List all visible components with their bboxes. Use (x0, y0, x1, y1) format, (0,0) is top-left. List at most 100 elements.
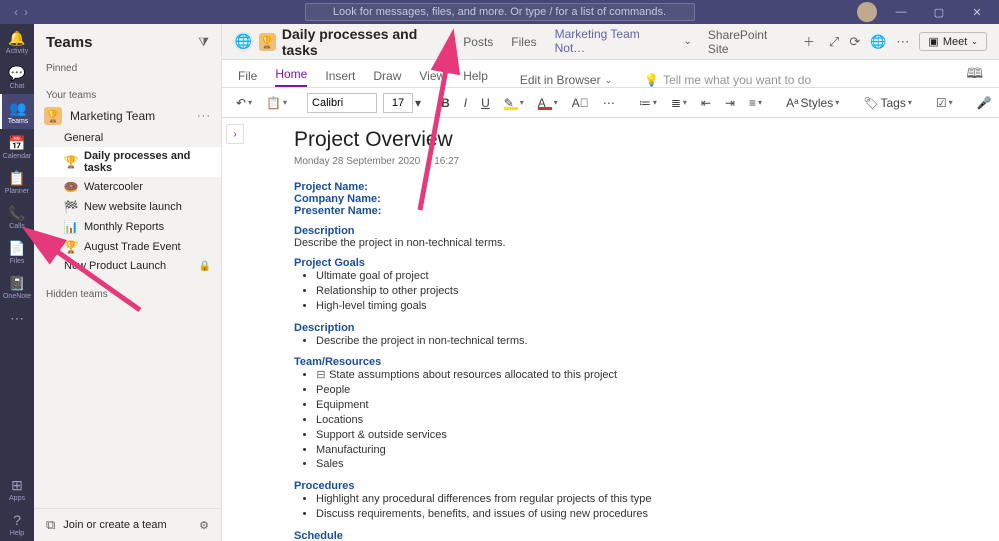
calendar-icon: 📅 (9, 135, 25, 151)
font-name-input[interactable] (307, 93, 377, 113)
tell-me-search[interactable]: 💡Tell me what you want to do (644, 73, 811, 87)
italic-button[interactable]: I (460, 94, 471, 112)
rail-apps[interactable]: ⊞Apps (0, 471, 34, 506)
team-more-icon[interactable]: ··· (197, 110, 211, 122)
ribbon-home[interactable]: Home (275, 67, 307, 87)
page-title: Project Overview (294, 128, 999, 152)
ribbon-view[interactable]: View (419, 69, 445, 87)
dictate-button[interactable]: 🎤 (973, 94, 996, 112)
globe-icon[interactable]: 🌐 (870, 34, 886, 50)
immersive-reader-icon[interactable]: 🕮 (966, 63, 983, 87)
tags-button[interactable]: 🏷 Tags▾ (859, 94, 916, 112)
bulb-icon: 💡 (644, 73, 659, 87)
list-item: Ultimate goal of project (316, 269, 999, 284)
channel-general[interactable]: General (34, 129, 221, 147)
rail-files[interactable]: 📄Files (0, 234, 34, 269)
rail-onenote[interactable]: 📓OneNote (0, 269, 34, 304)
channel-watercooler[interactable]: 🍩Watercooler (34, 177, 221, 197)
underline-button[interactable]: U (477, 94, 494, 112)
calls-icon: 📞 (9, 205, 25, 221)
refresh-icon[interactable]: ⟳ (849, 34, 860, 50)
channel-website[interactable]: 🏁New website launch (34, 197, 221, 217)
nav-expand-handle[interactable]: › (226, 124, 244, 144)
collapse-icon[interactable]: ⊟ (316, 368, 326, 383)
video-icon: ▣ (928, 35, 938, 48)
outdent-button[interactable]: ⇤ (697, 94, 715, 112)
presenter-name-label: Presenter Name: (294, 205, 999, 217)
join-team-icon[interactable]: ⧉ (46, 517, 55, 533)
rail-teams[interactable]: 👥Teams (0, 94, 34, 129)
bullets-button[interactable]: ≔▾ (635, 94, 661, 112)
rail-help[interactable]: ?Help (0, 506, 34, 541)
filter-icon[interactable]: ⧩ (198, 35, 209, 50)
trophy-icon: 🏆 (259, 33, 276, 51)
numbering-button[interactable]: ≣▾ (667, 94, 691, 112)
lock-icon: 🔒 (199, 261, 211, 272)
font-size-input[interactable] (383, 93, 413, 113)
more-font-button[interactable]: ⋯ (599, 94, 619, 112)
goals-header: Project Goals (294, 257, 999, 269)
rail-calendar[interactable]: 📅Calendar (0, 129, 34, 164)
gear-icon[interactable]: ⚙ (199, 519, 209, 532)
list-item: Describe the project in non-technical te… (316, 334, 999, 349)
nav-forward-icon[interactable]: › (24, 5, 28, 19)
channel-reports[interactable]: 📊Monthly Reports (34, 217, 221, 237)
list-item: Support & outside services (316, 428, 999, 443)
add-tab-icon[interactable]: ＋ (803, 33, 815, 50)
avatar[interactable] (857, 2, 877, 22)
ribbon-draw[interactable]: Draw (373, 69, 401, 87)
onenote-document: File Home Insert Draw View Help Edit in … (222, 60, 999, 541)
tab-sharepoint[interactable]: SharePoint Site (706, 28, 789, 56)
list-item: Discuss requirements, benefits, and issu… (316, 507, 999, 522)
ribbon-insert[interactable]: Insert (325, 69, 355, 87)
trophy-icon: 🏆 (64, 155, 78, 169)
global-search[interactable]: Look for messages, files, and more. Or t… (305, 3, 695, 21)
chat-icon: 💬 (9, 65, 25, 81)
tab-chevron-icon[interactable]: ⌄ (684, 36, 692, 47)
edit-in-browser[interactable]: Edit in Browser⌄ (520, 73, 612, 87)
join-team-label[interactable]: Join or create a team (63, 519, 166, 531)
channel-product[interactable]: New Product Launch🔒 (34, 257, 221, 275)
tab-posts[interactable]: Posts (461, 35, 495, 49)
bold-button[interactable]: B (437, 94, 454, 112)
channel-daily[interactable]: 🏆Daily processes and tasks (34, 147, 221, 177)
rail-calls[interactable]: 📞Calls (0, 199, 34, 234)
clear-format-button[interactable]: A⃠ (568, 94, 593, 112)
ribbon-file[interactable]: File (238, 69, 257, 87)
expand-icon[interactable]: ⤢ (829, 34, 839, 50)
team-row[interactable]: 🏆 Marketing Team ··· (34, 103, 221, 129)
channel-trade[interactable]: 🏆August Trade Event (34, 237, 221, 257)
highlight-button[interactable]: ✎▾ (500, 94, 528, 112)
ribbon-help[interactable]: Help (463, 69, 488, 87)
window-maximize-icon[interactable]: ▢ (925, 6, 953, 19)
meet-button[interactable]: ▣Meet⌄ (919, 32, 987, 51)
styles-button[interactable]: Aᵃ Styles▾ (782, 94, 843, 112)
ribbon-toolbar: ↶▾ 📋▾ ▾ B I U ✎▾ A▾ A⃠ ⋯ ≔▾ ≣▾ ⇤ ⇥ ≡▾ (222, 88, 999, 118)
flag-icon: 🏁 (64, 200, 78, 214)
procedures-header: Procedures (294, 480, 999, 492)
tab-files[interactable]: Files (509, 35, 538, 49)
help-icon: ? (9, 512, 25, 528)
font-color-button[interactable]: A▾ (534, 94, 562, 112)
window-minimize-icon[interactable]: — (887, 6, 915, 18)
clipboard-button[interactable]: 📋▾ (262, 94, 291, 112)
rail-more[interactable]: ⋯ (0, 304, 34, 330)
rail-activity[interactable]: 🔔Activity (0, 24, 34, 59)
files-icon: 📄 (9, 240, 25, 256)
rail-planner[interactable]: 📋Planner (0, 164, 34, 199)
indent-button[interactable]: ⇥ (721, 94, 739, 112)
window-close-icon[interactable]: ✕ (963, 6, 991, 19)
company-name-label: Company Name: (294, 193, 999, 205)
ribbon-tabs: File Home Insert Draw View Help Edit in … (222, 60, 999, 88)
undo-button[interactable]: ↶▾ (232, 94, 256, 112)
more-tab-icon[interactable]: ⋯ (896, 34, 909, 50)
more-icon: ⋯ (9, 310, 25, 326)
todo-button[interactable]: ☑▾ (932, 94, 957, 112)
donut-icon: 🍩 (64, 180, 78, 194)
nav-back-icon[interactable]: ‹ (14, 5, 18, 19)
list-item: Equipment (316, 398, 999, 413)
page-body[interactable]: Project Overview Monday 28 September 202… (222, 118, 999, 541)
project-name-label: Project Name: (294, 181, 999, 193)
rail-chat[interactable]: 💬Chat (0, 59, 34, 94)
align-button[interactable]: ≡▾ (745, 94, 766, 112)
